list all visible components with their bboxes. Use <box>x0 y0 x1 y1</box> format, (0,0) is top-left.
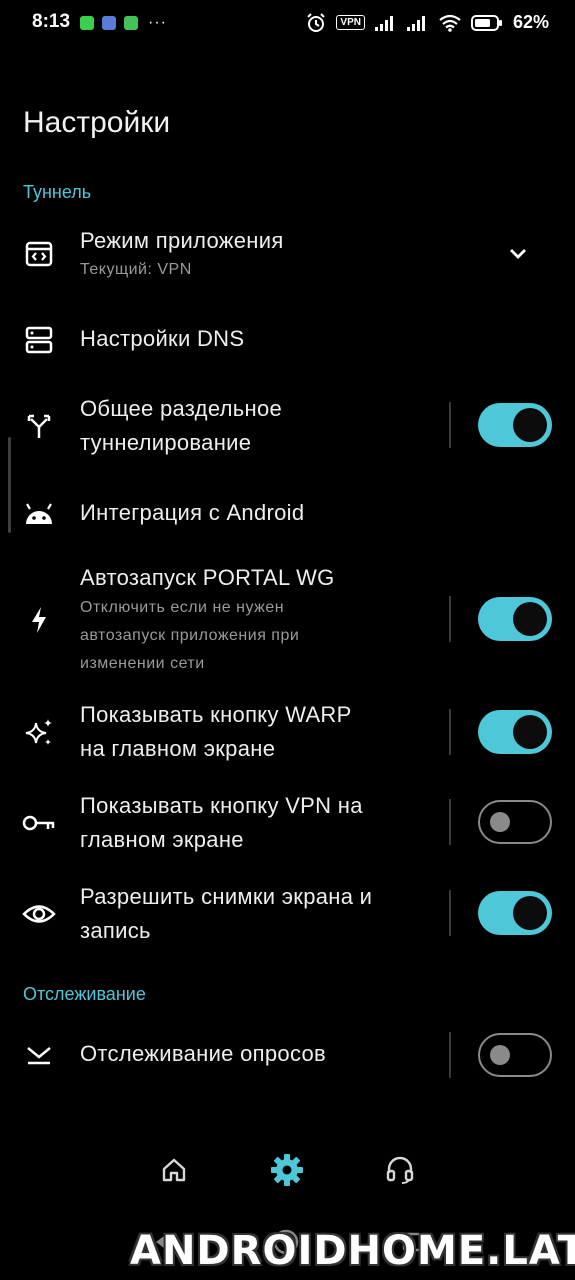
app-window-icon <box>22 237 56 271</box>
section-header-tunnel: Туннель <box>23 182 92 202</box>
key-icon <box>22 806 56 840</box>
screenshots-toggle[interactable] <box>478 891 552 935</box>
setting-title-line2: туннелирование <box>80 430 252 455</box>
setting-title-line1: Разрешить снимки экрана и <box>80 884 373 909</box>
setting-title: Режим приложения <box>80 228 284 253</box>
setting-title: Автозапуск PORTAL WG <box>80 565 335 590</box>
setting-title-line1: Показывать кнопку WARP <box>80 702 352 727</box>
android-icon <box>22 497 56 531</box>
vpn-badge: VPN <box>336 15 365 30</box>
signal-icon <box>406 15 425 31</box>
toggle-knob <box>513 896 547 930</box>
setting-title-line1: Общее раздельное <box>80 396 283 421</box>
setting-title: Интеграция с Android <box>80 500 305 525</box>
battery-percent: 62% <box>512 12 549 32</box>
signal-icon <box>374 15 393 31</box>
setting-warp-button[interactable]: Показывать кнопку WARP на главном экране <box>0 698 575 768</box>
divider <box>449 709 451 755</box>
watermark: ANDROIDHOME.LAT <box>130 1228 575 1274</box>
battery-icon <box>470 14 502 31</box>
tracking-icon <box>22 1038 56 1072</box>
app-icon <box>102 16 116 30</box>
sparkles-icon <box>22 716 56 750</box>
settings-screen: 8:13 ··· VPN 62% Настройки Туннель Режим… <box>0 0 575 1280</box>
status-time: 8:13 <box>32 11 71 32</box>
wifi-icon <box>439 14 461 32</box>
setting-title: Настройки DNS <box>80 326 245 351</box>
whatsapp-icon <box>80 16 94 30</box>
eye-icon <box>22 897 56 931</box>
bottom-nav <box>0 1140 575 1196</box>
chevron-down-icon[interactable] <box>506 244 530 264</box>
overflow-dots: ··· <box>148 14 167 31</box>
setting-android-integration[interactable]: Интеграция с Android <box>0 494 575 534</box>
setting-poll-tracking[interactable]: Отслеживание опросов <box>0 1030 575 1080</box>
setting-subtitle-line1: Отключить если не нужен <box>80 599 285 616</box>
setting-vpn-button[interactable]: Показывать кнопку VPN на главном экране <box>0 789 575 859</box>
toggle-knob <box>513 408 547 442</box>
setting-dns[interactable]: Настройки DNS <box>0 320 575 360</box>
notification-icons: ··· <box>80 14 167 32</box>
bolt-icon <box>22 603 56 637</box>
status-bar: 8:13 ··· VPN 62% <box>0 0 575 48</box>
setting-subtitle-line2: автозапуск приложения при <box>80 627 300 644</box>
setting-app-mode[interactable]: Режим приложения Текущий: VPN <box>0 222 575 292</box>
scroll-indicator <box>8 437 11 533</box>
setting-title-line2: главном экране <box>80 827 244 852</box>
home-icon[interactable] <box>154 1150 194 1190</box>
divider <box>449 402 451 448</box>
setting-title-line1: Показывать кнопку VPN на <box>80 793 363 818</box>
page-title: Настройки <box>23 106 171 139</box>
split-tunnel-toggle[interactable] <box>478 403 552 447</box>
toggle-knob <box>490 812 510 832</box>
toggle-knob <box>513 715 547 749</box>
settings-icon[interactable] <box>267 1150 307 1190</box>
divider <box>449 1032 451 1078</box>
setting-title-line2: на главном экране <box>80 736 276 761</box>
split-arrows-icon <box>22 409 56 443</box>
status-right: VPN 62% <box>306 12 549 33</box>
vpn-button-toggle[interactable] <box>478 800 552 844</box>
autostart-toggle[interactable] <box>478 597 552 641</box>
headset-icon[interactable] <box>380 1150 420 1190</box>
poll-tracking-toggle[interactable] <box>478 1033 552 1077</box>
section-header-tracking: Отслеживание <box>23 984 146 1004</box>
app-icon <box>124 16 138 30</box>
setting-subtitle: Текущий: VPN <box>80 261 192 278</box>
dns-server-icon <box>22 323 56 357</box>
setting-split-tunnel[interactable]: Общее раздельное туннелирование <box>0 392 575 460</box>
setting-title-line2: запись <box>80 918 151 943</box>
alarm-icon <box>307 12 326 32</box>
setting-subtitle-line3: изменении сети <box>80 655 205 672</box>
divider <box>449 890 451 936</box>
setting-screenshots[interactable]: Разрешить снимки экрана и запись <box>0 880 575 950</box>
toggle-knob <box>490 1045 510 1065</box>
divider <box>449 799 451 845</box>
setting-autostart[interactable]: Автозапуск PORTAL WG Отключить если не н… <box>0 560 575 680</box>
divider <box>449 596 451 642</box>
setting-title: Отслеживание опросов <box>80 1041 327 1066</box>
toggle-knob <box>513 602 547 636</box>
warp-button-toggle[interactable] <box>478 710 552 754</box>
